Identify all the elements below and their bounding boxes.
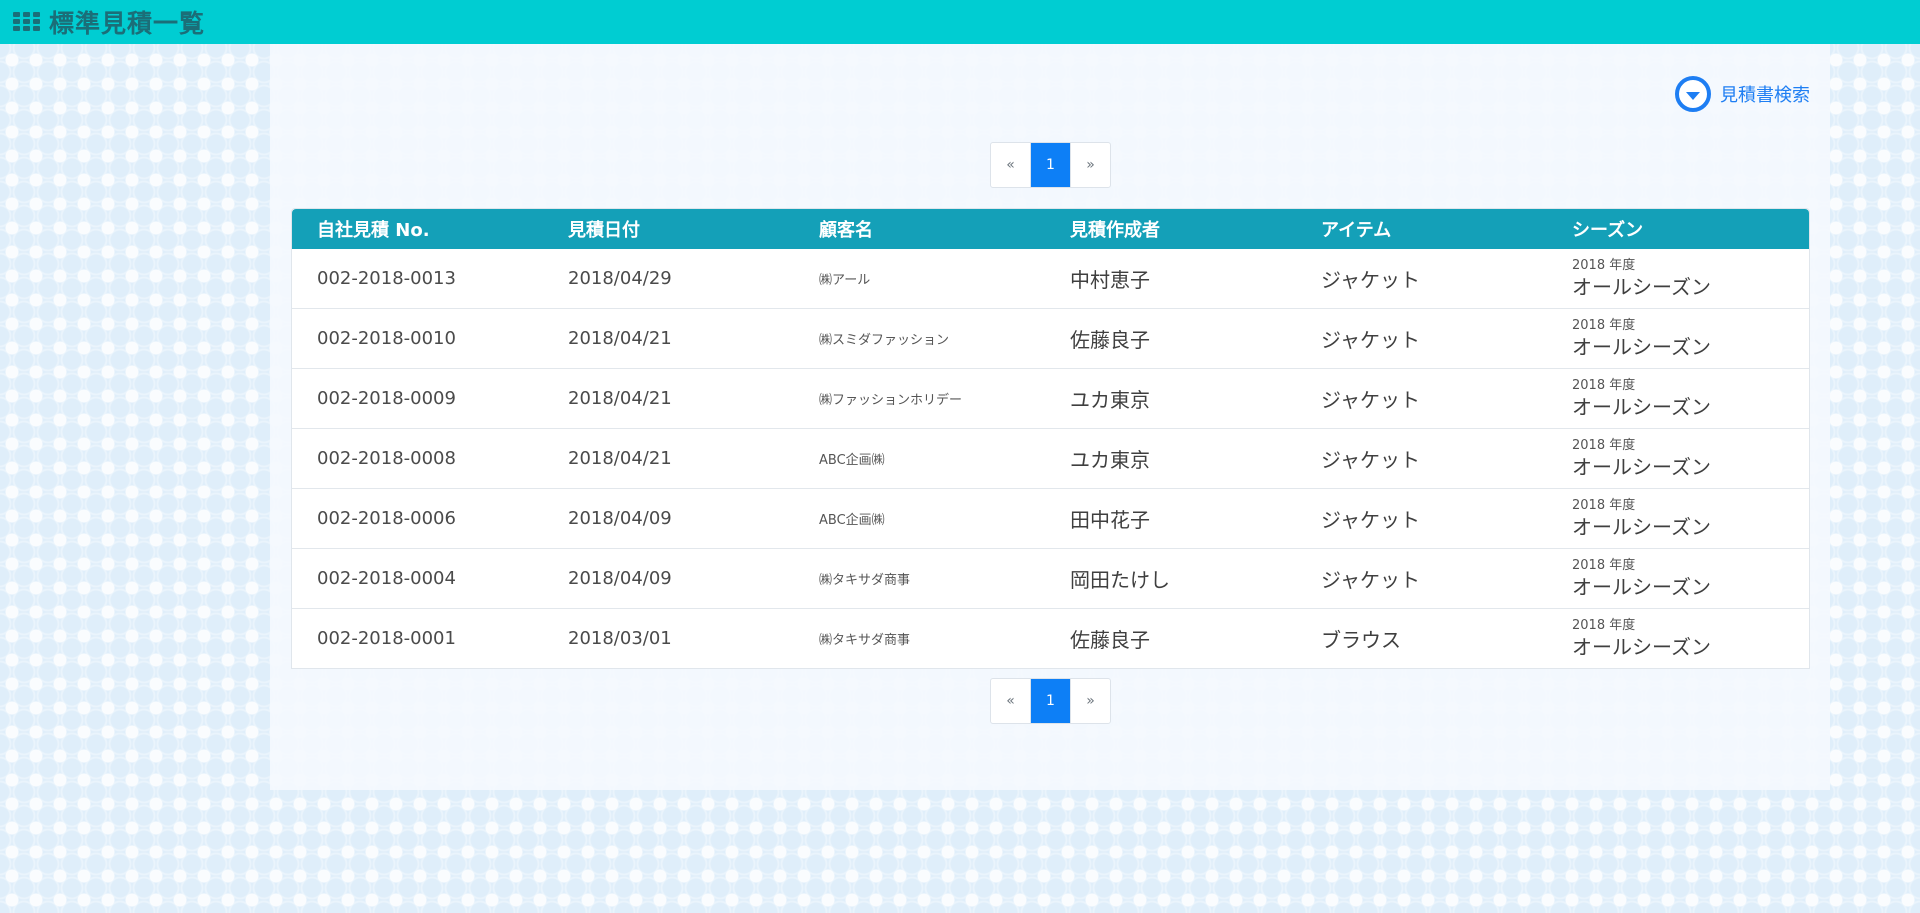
season-name: オールシーズン (1572, 334, 1711, 359)
top-bar: 標準見積一覧 (0, 0, 1920, 44)
cell-item: ジャケット (1321, 328, 1420, 352)
pagination-prev[interactable]: « (991, 143, 1030, 187)
cell-season: 2018 年度 オールシーズン (1547, 558, 1809, 600)
season-year: 2018 年度 (1572, 377, 1636, 393)
pagination-top: « 1 » (990, 142, 1111, 188)
season-name: オールシーズン (1572, 514, 1711, 539)
main-panel: 見積書検索 « 1 » 自社見積 No. 見積日付 顧客名 見積作成者 アイテム… (270, 44, 1830, 790)
cell-estimate-no: 002-2018-0004 (317, 568, 456, 589)
cell-estimate-no: 002-2018-0010 (317, 328, 456, 349)
cell-item: ジャケット (1321, 388, 1420, 412)
cell-customer: ㈱スミダファッション (819, 333, 950, 348)
cell-season: 2018 年度 オールシーズン (1547, 498, 1809, 540)
cell-estimate-date: 2018/04/21 (568, 388, 672, 409)
season-name: オールシーズン (1572, 274, 1711, 299)
season-year: 2018 年度 (1572, 257, 1636, 273)
cell-item: ジャケット (1321, 508, 1420, 532)
cell-estimate-date: 2018/04/21 (568, 328, 672, 349)
chevron-down-circle-icon[interactable] (1675, 76, 1711, 112)
season-name: オールシーズン (1572, 394, 1711, 419)
season-year: 2018 年度 (1572, 317, 1636, 333)
cell-estimate-no: 002-2018-0006 (317, 508, 456, 529)
pagination-next[interactable]: » (1070, 143, 1110, 187)
cell-author: 佐藤良子 (1070, 628, 1150, 652)
table-row[interactable]: 002-2018-0008 2018/04/21 ABC企画㈱ ユカ東京 ジャケ… (292, 428, 1809, 488)
cell-estimate-date: 2018/04/29 (568, 268, 672, 289)
pagination-bottom: « 1 » (990, 678, 1111, 724)
header-item[interactable]: アイテム (1296, 216, 1547, 242)
cell-season: 2018 年度 オールシーズン (1547, 318, 1809, 360)
pagination-page-1[interactable]: 1 (1030, 143, 1070, 187)
cell-season: 2018 年度 オールシーズン (1547, 618, 1809, 660)
header-estimate-date[interactable]: 見積日付 (543, 216, 794, 242)
season-year: 2018 年度 (1572, 437, 1636, 453)
cell-customer: ㈱タキサダ商事 (819, 573, 911, 588)
cell-author: 岡田たけし (1070, 568, 1170, 592)
cell-season: 2018 年度 オールシーズン (1547, 378, 1809, 420)
table-row[interactable]: 002-2018-0006 2018/04/09 ABC企画㈱ 田中花子 ジャケ… (292, 488, 1809, 548)
cell-item: ジャケット (1321, 268, 1420, 292)
cell-estimate-no: 002-2018-0013 (317, 268, 456, 289)
grid-menu-icon[interactable] (13, 12, 41, 32)
header-customer[interactable]: 顧客名 (794, 216, 1045, 242)
season-year: 2018 年度 (1572, 557, 1636, 573)
header-season[interactable]: シーズン (1547, 216, 1809, 242)
table-body: 002-2018-0013 2018/04/29 ㈱アール 中村恵子 ジャケット… (292, 249, 1809, 668)
cell-estimate-date: 2018/04/09 (568, 508, 672, 529)
header-author[interactable]: 見積作成者 (1045, 216, 1296, 242)
table-row[interactable]: 002-2018-0009 2018/04/21 ㈱ファッションホリデー ユカ東… (292, 368, 1809, 428)
cell-author: ユカ東京 (1070, 448, 1150, 472)
cell-estimate-no: 002-2018-0008 (317, 448, 456, 469)
cell-author: 佐藤良子 (1070, 328, 1150, 352)
cell-estimate-date: 2018/04/09 (568, 568, 672, 589)
cell-customer: ㈱アール (819, 273, 871, 288)
table-row[interactable]: 002-2018-0010 2018/04/21 ㈱スミダファッション 佐藤良子… (292, 308, 1809, 368)
header-estimate-no[interactable]: 自社見積 No. (292, 216, 543, 242)
pagination-page-1[interactable]: 1 (1030, 679, 1070, 723)
cell-customer: ABC企画㈱ (819, 453, 885, 468)
page-title: 標準見積一覧 (49, 9, 206, 38)
season-year: 2018 年度 (1572, 497, 1636, 513)
estimate-search-label[interactable]: 見積書検索 (1720, 81, 1810, 107)
cell-estimate-no: 002-2018-0009 (317, 388, 456, 409)
cell-customer: ABC企画㈱ (819, 513, 885, 528)
cell-author: 中村恵子 (1070, 268, 1150, 292)
cell-author: ユカ東京 (1070, 388, 1150, 412)
table-row[interactable]: 002-2018-0001 2018/03/01 ㈱タキサダ商事 佐藤良子 ブラ… (292, 608, 1809, 668)
season-name: オールシーズン (1572, 634, 1711, 659)
season-name: オールシーズン (1572, 454, 1711, 479)
cell-estimate-no: 002-2018-0001 (317, 628, 456, 649)
estimate-search-toggle[interactable]: 見積書検索 (1675, 76, 1810, 112)
cell-item: ジャケット (1321, 448, 1420, 472)
table-row[interactable]: 002-2018-0013 2018/04/29 ㈱アール 中村恵子 ジャケット… (292, 249, 1809, 308)
cell-customer: ㈱タキサダ商事 (819, 633, 911, 648)
season-year: 2018 年度 (1572, 617, 1636, 633)
cell-estimate-date: 2018/04/21 (568, 448, 672, 469)
cell-season: 2018 年度 オールシーズン (1547, 258, 1809, 300)
table-row[interactable]: 002-2018-0004 2018/04/09 ㈱タキサダ商事 岡田たけし ジ… (292, 548, 1809, 608)
cell-item: ジャケット (1321, 568, 1420, 592)
cell-author: 田中花子 (1070, 508, 1150, 532)
cell-estimate-date: 2018/03/01 (568, 628, 672, 649)
pagination-next[interactable]: » (1070, 679, 1110, 723)
cell-customer: ㈱ファッションホリデー (819, 393, 963, 408)
table-header: 自社見積 No. 見積日付 顧客名 見積作成者 アイテム シーズン (292, 209, 1809, 249)
cell-season: 2018 年度 オールシーズン (1547, 438, 1809, 480)
pagination-prev[interactable]: « (991, 679, 1030, 723)
season-name: オールシーズン (1572, 574, 1711, 599)
estimate-table: 自社見積 No. 見積日付 顧客名 見積作成者 アイテム シーズン 002-20… (291, 208, 1810, 669)
cell-item: ブラウス (1321, 628, 1401, 652)
